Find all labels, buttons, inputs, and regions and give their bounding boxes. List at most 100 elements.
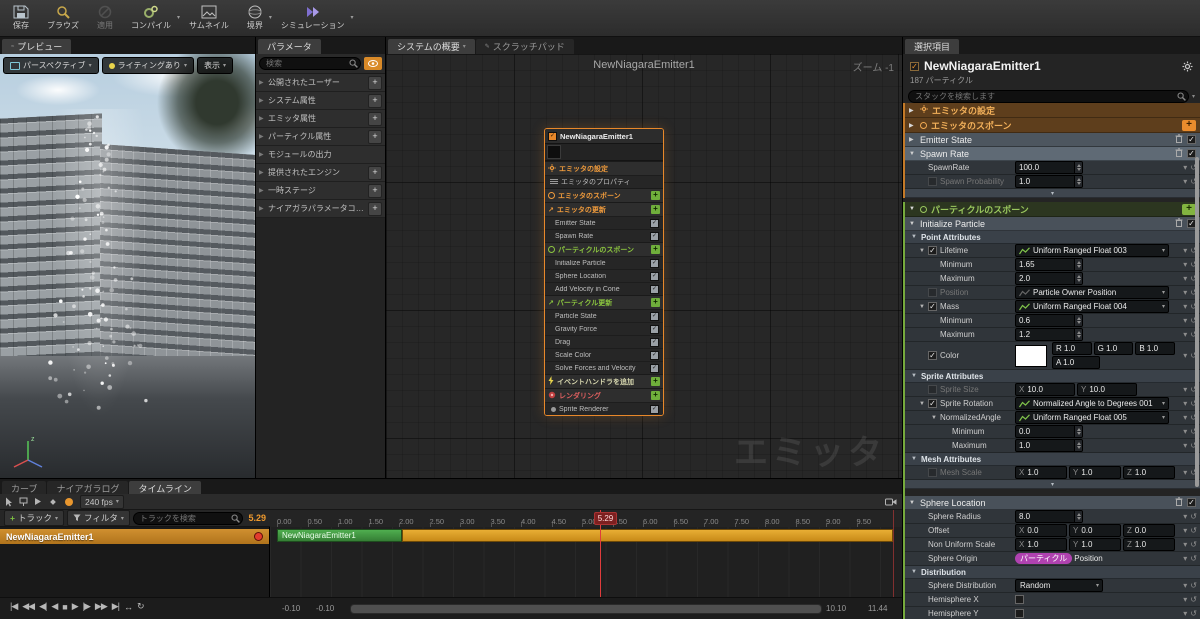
expander-icon[interactable]: ▼ <box>909 500 916 506</box>
parameter-section-4[interactable]: ▶ パーティクル属性 + <box>256 128 385 146</box>
vector-component-z[interactable]: Z 0.0 <box>1123 524 1175 537</box>
parameter-section-1[interactable]: ▶ 公開されたユーザー + <box>256 74 385 92</box>
chevron-down-icon[interactable]: ▾ <box>1183 260 1187 269</box>
reset-icon[interactable]: ↺ <box>1190 595 1197 604</box>
stack-subheader[interactable]: ▼ Distribution <box>905 566 1200 579</box>
enum-dropdown[interactable]: Random ▾ <box>1015 579 1103 592</box>
toolbar-button-5[interactable]: サムネイル <box>180 0 238 36</box>
auto-key-icon[interactable] <box>64 497 74 507</box>
module-enabled-checkbox[interactable]: ✓ <box>1187 135 1196 144</box>
tab-system-overview[interactable]: システムの概要 ▾ <box>388 39 475 54</box>
emitter-duration-bar[interactable] <box>402 529 894 542</box>
chevron-right-icon[interactable]: ▶ <box>259 187 265 194</box>
module-enabled-checkbox[interactable]: ✓ <box>650 231 659 241</box>
chevron-down-icon[interactable]: ▾ <box>1183 581 1187 590</box>
number-input[interactable]: 1.0 <box>1015 439 1083 452</box>
node-module-9[interactable]: Sphere Location ✓ <box>545 269 663 282</box>
marker-icon[interactable] <box>19 497 28 506</box>
current-time[interactable]: 5.29 <box>248 513 266 523</box>
node-module-10[interactable]: Add Velocity in Cone ✓ <box>545 282 663 295</box>
color-channel-a[interactable]: A 1.0 <box>1052 356 1100 369</box>
parameters-search-input[interactable] <box>259 57 361 70</box>
vector-component-y[interactable]: Y 0.0 <box>1069 524 1121 537</box>
chevron-down-icon[interactable]: ▾ <box>1183 177 1187 186</box>
chevron-right-icon[interactable]: ▶ <box>259 115 265 122</box>
module-enabled-checkbox[interactable]: ✓ <box>650 311 659 321</box>
camera-lock-icon[interactable] <box>885 497 897 506</box>
emitter-enabled-checkbox-detail[interactable]: ✓ <box>910 61 919 71</box>
module-enabled-checkbox[interactable]: ✓ <box>650 284 659 294</box>
node-module-2[interactable]: エミッタのプロパティ <box>545 175 663 188</box>
vector-component-x[interactable]: X 1.0 <box>1015 538 1067 551</box>
chevron-down-icon[interactable]: ▾ <box>1183 540 1187 549</box>
node-module-6[interactable]: Spawn Rate ✓ <box>545 229 663 242</box>
expander-icon[interactable]: ▶ <box>909 122 916 129</box>
add-module-button[interactable]: + <box>651 245 660 254</box>
chevron-down-icon[interactable]: ▾ <box>1183 427 1187 436</box>
preview-viewport[interactable]: z パースペクティブ ▾ ライティングあり ▾ 表示 ▾ <box>0 54 255 478</box>
chevron-down-icon[interactable]: ▾ <box>1183 595 1187 604</box>
chevron-down-icon[interactable]: ▾ <box>1183 441 1187 450</box>
reset-icon[interactable]: ↺ <box>1190 512 1197 521</box>
stack-module-header[interactable]: ▶ Emitter State ✓ <box>905 133 1200 147</box>
parameter-section-8[interactable]: ▶ナイアガラパラメータコレクション+ <box>256 200 385 218</box>
chevron-down-icon[interactable]: ▾ <box>351 14 354 21</box>
add-parameter-button[interactable]: + <box>368 183 382 198</box>
timeline-lanes[interactable]: NewNiagaraEmitter1 <box>270 527 902 597</box>
param-enabled-checkbox[interactable] <box>928 385 937 394</box>
stack-category[interactable]: ▶ エミッタの設定 <box>905 103 1200 118</box>
number-input[interactable]: 1.0 <box>1015 175 1083 188</box>
track-color-dot[interactable] <box>254 532 263 541</box>
dynamic-input-dropdown[interactable]: Uniform Ranged Float 003 ▾ <box>1015 244 1169 257</box>
step-back-button[interactable]: ◀| <box>39 601 47 612</box>
node-group-7[interactable]: パーティクルのスポーン + <box>545 242 663 256</box>
param-enabled-checkbox[interactable]: ✓ <box>928 399 937 408</box>
module-enabled-checkbox[interactable]: ✓ <box>650 218 659 228</box>
toolbar-button-2[interactable]: ブラウズ <box>38 0 88 36</box>
stack-module-header[interactable]: ▼ Sphere Location ✓ <box>905 496 1200 510</box>
spinner[interactable] <box>1074 426 1082 437</box>
go-to-end-button[interactable]: ▶| <box>112 601 120 612</box>
reset-icon[interactable]: ↺ <box>1190 609 1197 618</box>
node-group-18[interactable]: レンダリング + <box>545 388 663 402</box>
play-button[interactable]: ▶ <box>72 601 79 612</box>
vector-component-y[interactable]: Y 1.0 <box>1069 466 1121 479</box>
toolbar-button-7[interactable]: シミュレーション ▾ <box>272 0 354 36</box>
chevron-down-icon[interactable]: ▾ <box>1183 246 1187 255</box>
expander-icon[interactable]: ▼ <box>911 234 917 240</box>
stack-category[interactable]: ▶ エミッタのスポーン + <box>905 118 1200 133</box>
dynamic-input-dropdown[interactable]: Uniform Ranged Float 005 ▾ <box>1015 411 1169 424</box>
add-module-button[interactable]: + <box>651 205 660 214</box>
param-enabled-checkbox[interactable] <box>928 177 937 186</box>
chevron-right-icon[interactable]: ▶ <box>259 169 265 176</box>
chevron-down-icon[interactable]: ▾ <box>1183 609 1187 618</box>
vector-component-z[interactable]: Z 1.0 <box>1123 538 1175 551</box>
spinner[interactable] <box>1074 176 1082 187</box>
tab-preview[interactable]: ≈ プレビュー <box>2 39 72 54</box>
select-tool-icon[interactable] <box>5 497 13 507</box>
stack-category[interactable]: ▼ パーティクルのスポーン + <box>905 202 1200 217</box>
stack-search-input[interactable] <box>908 90 1189 103</box>
vector-component-x[interactable]: X 10.0 <box>1015 383 1075 396</box>
chevron-down-icon[interactable]: ▾ <box>1183 385 1187 394</box>
spinner[interactable] <box>1074 315 1082 326</box>
chevron-down-icon[interactable]: ▾ <box>1183 288 1187 297</box>
emitter-node-header[interactable]: ✓ NewNiagaraEmitter1 <box>545 129 663 144</box>
track-row[interactable]: NewNiagaraEmitter1 <box>0 529 269 544</box>
chevron-down-icon[interactable]: ▾ <box>1183 512 1187 521</box>
expander-icon[interactable]: ▼ <box>909 206 916 212</box>
node-group-4[interactable]: ↗ エミッタの更新 + <box>545 202 663 216</box>
add-parameter-button[interactable]: + <box>368 201 382 216</box>
chevron-down-icon[interactable]: ▾ <box>1183 302 1187 311</box>
attribute-chip[interactable]: パーティクル <box>1015 553 1073 564</box>
chevron-down-icon[interactable]: ▾ <box>1183 526 1187 535</box>
module-enabled-checkbox[interactable]: ✓ <box>650 324 659 334</box>
graph-canvas[interactable]: NewNiagaraEmitter1 ズーム -1 エミッタ ✓ NewNiag… <box>386 54 902 478</box>
jump-forward-button[interactable]: ▶▶ <box>95 601 108 612</box>
chevron-down-icon[interactable]: ▾ <box>1192 93 1195 100</box>
spinner[interactable] <box>1074 259 1082 270</box>
play-reverse-button[interactable]: ◀ <box>51 601 58 612</box>
expander-icon[interactable]: ▶ <box>909 107 916 114</box>
go-to-front-button[interactable]: |◀ <box>10 601 18 612</box>
expander-icon[interactable]: ▼ <box>911 569 917 575</box>
